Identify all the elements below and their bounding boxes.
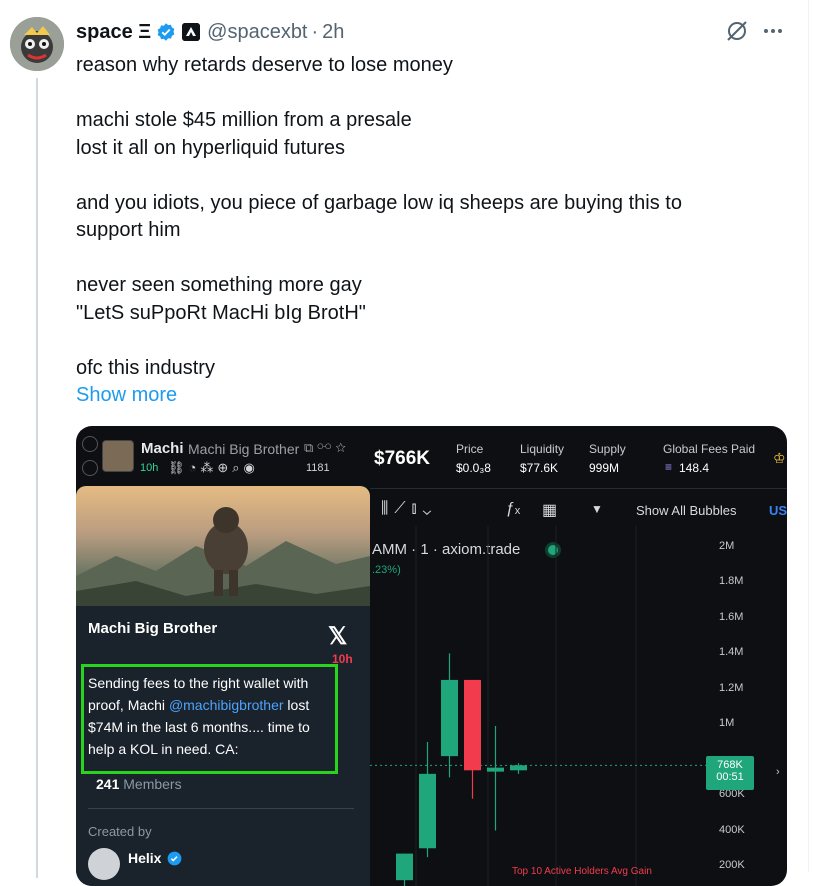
x-logo-icon[interactable]: 𝕏 bbox=[328, 622, 347, 651]
members-count: 241 bbox=[96, 776, 120, 792]
show-more-link[interactable]: Show more bbox=[76, 382, 776, 410]
y-tick-label: 1.2M bbox=[719, 681, 744, 694]
divider bbox=[88, 808, 354, 809]
grok-icon[interactable] bbox=[724, 18, 750, 44]
members-row: 241 Members bbox=[96, 776, 182, 792]
tweet-line: "LetS suPpoRt MacHi bIg BrotH" bbox=[76, 301, 366, 324]
candle-body[interactable] bbox=[510, 765, 527, 771]
y-tick-label: 200K bbox=[719, 859, 745, 871]
members-label: Members bbox=[123, 776, 182, 792]
y-tick-label: 1M bbox=[719, 717, 735, 730]
tweet-line: reason why retards deserve to lose money bbox=[76, 54, 453, 76]
creator-name[interactable]: Helix bbox=[128, 850, 161, 866]
tweet-text: reason why retards deserve to lose money… bbox=[76, 52, 776, 410]
candle-body[interactable] bbox=[419, 773, 436, 849]
y-tick-label: 1.4M bbox=[719, 646, 744, 659]
tweet-line: and you idiots, you piece of garbage low… bbox=[76, 191, 682, 214]
tweet-line: lost it all on hyperliquid futures bbox=[76, 136, 346, 159]
creator-verified-icon bbox=[167, 851, 182, 866]
affiliate-badge-icon[interactable] bbox=[182, 23, 201, 41]
community-popup[interactable]: Machi Big Brother 𝕏 10h Sending fees to … bbox=[76, 486, 370, 886]
tweet-line: machi stole $45 million from a presale bbox=[76, 109, 412, 131]
tweet-line: never seen something more gay bbox=[76, 274, 362, 296]
tweet-time[interactable]: 2h bbox=[322, 21, 344, 44]
y-tick-label: 2M bbox=[719, 540, 735, 552]
tweet-line: support him bbox=[76, 219, 181, 241]
community-banner bbox=[76, 486, 370, 606]
tweet-header: space Ξ @spacexbt · 2h bbox=[76, 18, 344, 46]
user-handle[interactable]: @spacexbt bbox=[207, 21, 307, 44]
current-price-tag: 768K 00:51 bbox=[706, 756, 754, 790]
scroll-right-icon[interactable]: › bbox=[776, 766, 780, 778]
created-by-label: Created by bbox=[88, 824, 152, 839]
candle-timer: 00:51 bbox=[716, 771, 744, 783]
more-options-icon[interactable] bbox=[762, 20, 784, 42]
candle-body[interactable] bbox=[441, 679, 458, 757]
tweet-top-actions bbox=[724, 18, 784, 44]
creator-avatar[interactable] bbox=[88, 848, 120, 880]
community-description: Sending fees to the right wallet with pr… bbox=[88, 672, 334, 760]
community-title: Machi Big Brother bbox=[88, 620, 218, 637]
avatar[interactable] bbox=[10, 17, 64, 71]
media-image[interactable]: Machi Machi Big Brother ⧉ ⚯ ☆ 10h ⛓◔⁂⊕⌕◉… bbox=[76, 426, 787, 886]
display-name[interactable]: space Ξ bbox=[76, 21, 151, 44]
current-price-value: 768K bbox=[717, 759, 743, 771]
verified-badge-icon bbox=[157, 23, 175, 41]
separator-dot: · bbox=[311, 20, 319, 43]
candle-body[interactable] bbox=[487, 767, 504, 772]
tweet-line: ofc this industry bbox=[76, 356, 215, 379]
y-tick-label: 1.8M bbox=[719, 575, 744, 588]
mention-link[interactable]: @machibigbrother bbox=[169, 697, 284, 713]
y-tick-label: 400K bbox=[719, 823, 745, 836]
candle-body[interactable] bbox=[464, 679, 481, 771]
y-tick-label: 1.6M bbox=[719, 610, 744, 623]
candle-body[interactable] bbox=[396, 853, 413, 881]
column-border bbox=[808, 0, 809, 872]
thread-line bbox=[36, 78, 38, 878]
